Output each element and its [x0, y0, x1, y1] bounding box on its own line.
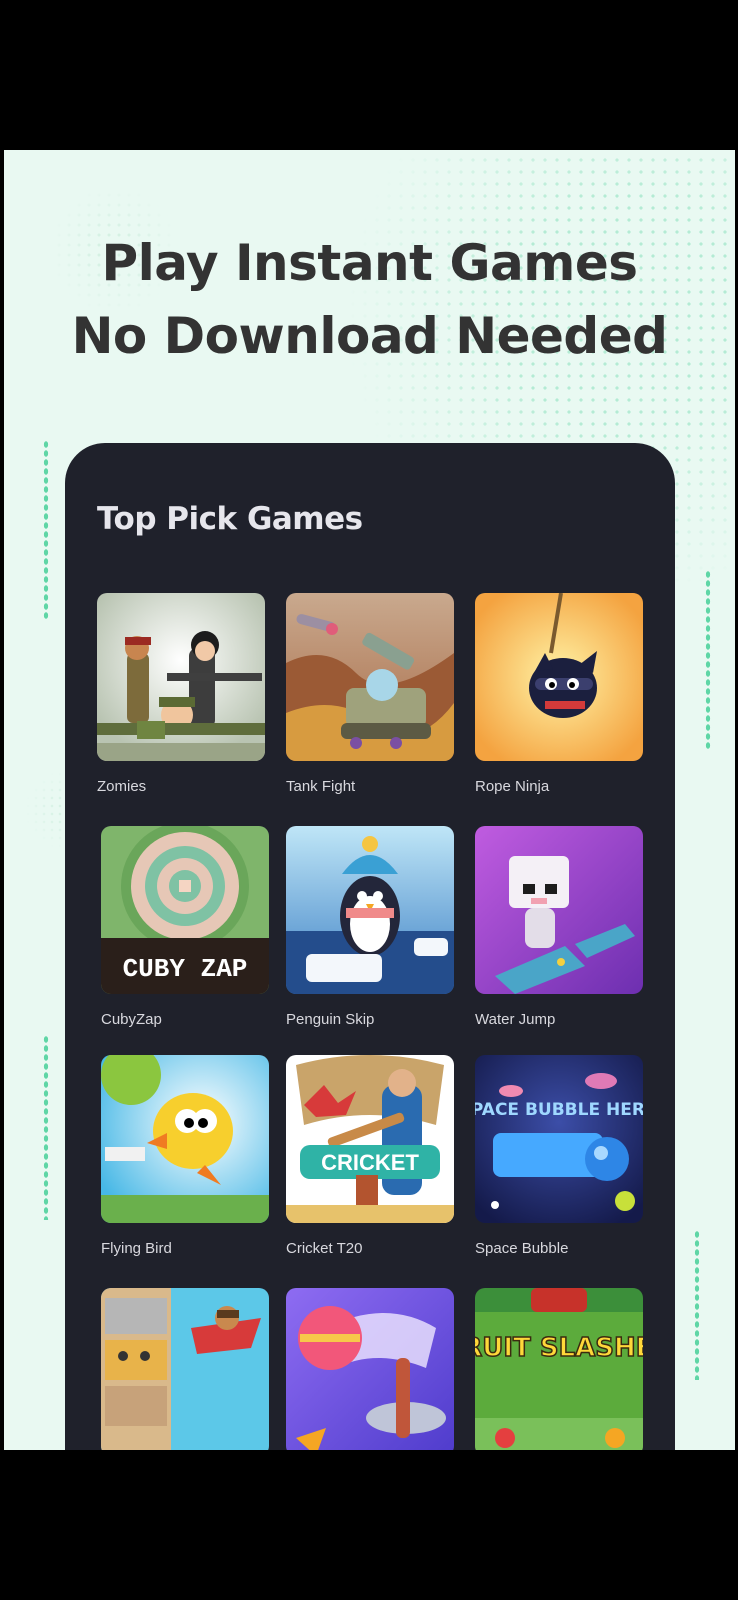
game-card-fruit-slasher[interactable]: FRUIT SLASHER — [475, 1288, 643, 1450]
app-screen: Play Instant Games No Download Needed To… — [4, 150, 735, 1450]
decorative-dots — [43, 1035, 49, 1220]
game-thumbnail[interactable] — [475, 826, 643, 994]
game-name: CubyZap — [101, 1011, 162, 1028]
game-thumbnail[interactable] — [286, 593, 454, 761]
game-name: Zomies — [97, 778, 147, 795]
game-card-water-jump[interactable]: Water Jump — [475, 826, 643, 1028]
game-thumbnail[interactable]: CUBY ZAP — [101, 826, 269, 994]
panel-title: Top Pick Games — [97, 501, 363, 537]
game-card-tower-plane[interactable] — [101, 1288, 269, 1450]
game-name: Penguin Skip — [286, 1011, 375, 1028]
space-bubble-logo: SPACE BUBBLE HERO — [475, 1100, 643, 1120]
game-thumbnail[interactable] — [101, 1288, 269, 1450]
game-name: Cricket T20 — [286, 1240, 363, 1257]
game-thumbnail[interactable]: SPACE BUBBLE HERO — [475, 1055, 643, 1223]
game-card-space-bubble[interactable]: SPACE BUBBLE HERO Space Bubble — [475, 1055, 643, 1257]
decorative-dots — [705, 570, 711, 750]
headline-line-2: No Download Needed — [71, 307, 668, 365]
decorative-dots — [694, 1230, 700, 1380]
decorative-dots — [43, 440, 49, 620]
game-thumbnail[interactable] — [286, 1288, 454, 1450]
fruit-slasher-logo: FRUIT SLASHER — [475, 1333, 643, 1363]
game-card-ball-bucket[interactable] — [286, 1288, 454, 1450]
game-card-flying-bird[interactable]: Flying Bird — [101, 1055, 269, 1257]
cubyzap-logo: CUBY ZAP — [123, 954, 248, 984]
game-thumbnail[interactable] — [97, 593, 265, 761]
game-thumbnail[interactable] — [286, 826, 454, 994]
game-card-zomies[interactable]: Zomies — [97, 593, 265, 795]
game-thumbnail[interactable]: CRICKET — [286, 1055, 454, 1223]
game-card-cubyzap[interactable]: CUBY ZAP CubyZap — [101, 826, 269, 1028]
game-name: Tank Fight — [286, 778, 356, 795]
game-card-tank-fight[interactable]: Tank Fight — [286, 593, 454, 795]
game-name: Water Jump — [475, 1011, 556, 1028]
game-card-rope-ninja[interactable]: Rope Ninja — [475, 593, 643, 795]
top-pick-games-panel: Top Pick Games Zomies Tank Fight Rope Ni… — [65, 443, 675, 1450]
game-thumbnail[interactable] — [101, 1055, 269, 1223]
headline-line-1: Play Instant Games — [101, 234, 638, 292]
game-name: Rope Ninja — [475, 778, 550, 795]
game-name: Space Bubble — [475, 1240, 569, 1257]
game-name: Flying Bird — [101, 1240, 172, 1257]
game-thumbnail[interactable] — [475, 593, 643, 761]
game-card-cricket-t20[interactable]: CRICKET Cricket T20 — [286, 1055, 454, 1257]
game-thumbnail[interactable]: FRUIT SLASHER — [475, 1288, 643, 1450]
game-card-penguin-skip[interactable]: Penguin Skip — [286, 826, 454, 1028]
cricket-logo: CRICKET — [321, 1150, 419, 1175]
